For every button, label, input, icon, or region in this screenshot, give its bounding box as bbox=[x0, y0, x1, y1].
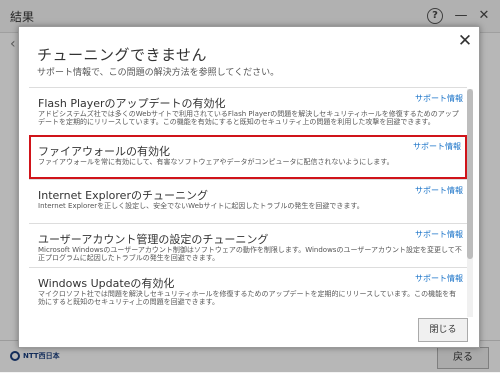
item-description: アドビシステムズ社では多くのWebサイトで利用されているFlash Player… bbox=[38, 110, 459, 126]
support-info-link[interactable]: サポート情報 bbox=[415, 273, 463, 284]
dialog-subtitle: サポート情報で、この問題の解決方法を参照してください。 bbox=[37, 68, 280, 78]
list-item: Internet Explorerのチューニング Internet Explor… bbox=[29, 179, 467, 223]
list-item: ユーザーアカウント管理の設定のチューニング Microsoft Windowsの… bbox=[29, 223, 467, 267]
list-item: ファイアウォールの有効化 ファイアウォールを常に有効にして、有害なソフトウェアや… bbox=[29, 135, 467, 179]
item-title: Flash Playerのアップデートの有効化 bbox=[38, 97, 226, 110]
item-title: ファイアウォールの有効化 bbox=[38, 145, 170, 158]
support-info-link[interactable]: サポート情報 bbox=[413, 141, 461, 152]
item-description: Microsoft Windowsのユーザーアカウント制御はソフトウェアの動作を… bbox=[38, 246, 462, 262]
support-info-link[interactable]: サポート情報 bbox=[415, 93, 463, 104]
scroll-thumb[interactable] bbox=[467, 89, 473, 259]
close-icon[interactable]: ✕ bbox=[455, 31, 475, 51]
item-title: ユーザーアカウント管理の設定のチューニング bbox=[38, 233, 269, 246]
item-description: マイクロソフト社では問題を解決しセキュリティホールを修復するためのアップデートを… bbox=[38, 290, 457, 306]
item-description: Internet Explorerを正しく設定し、安全でないWebサイトに起因し… bbox=[38, 202, 364, 210]
list-item: Windows Updateの有効化 マイクロソフト社では問題を解決しセキュリテ… bbox=[29, 267, 467, 311]
scrollbar[interactable] bbox=[467, 89, 473, 317]
item-title: Windows Updateの有効化 bbox=[38, 277, 175, 290]
dialog-title: チューニングできません bbox=[37, 46, 208, 64]
item-description: ファイアウォールを常に有効にして、有害なソフトウェアやデータがコンピュータに配信… bbox=[38, 158, 394, 166]
support-info-link[interactable]: サポート情報 bbox=[415, 185, 463, 196]
item-title: Internet Explorerのチューニング bbox=[38, 189, 208, 202]
issue-list: Flash Playerのアップデートの有効化 アドビシステムズ社では多くのWe… bbox=[29, 87, 467, 317]
tuning-failed-dialog: ✕ チューニングできません サポート情報で、この問題の解決方法を参照してください… bbox=[18, 26, 480, 348]
support-info-link[interactable]: サポート情報 bbox=[415, 229, 463, 240]
list-item: Flash Playerのアップデートの有効化 アドビシステムズ社では多くのWe… bbox=[29, 87, 467, 131]
close-button[interactable]: 閉じる bbox=[418, 318, 468, 342]
